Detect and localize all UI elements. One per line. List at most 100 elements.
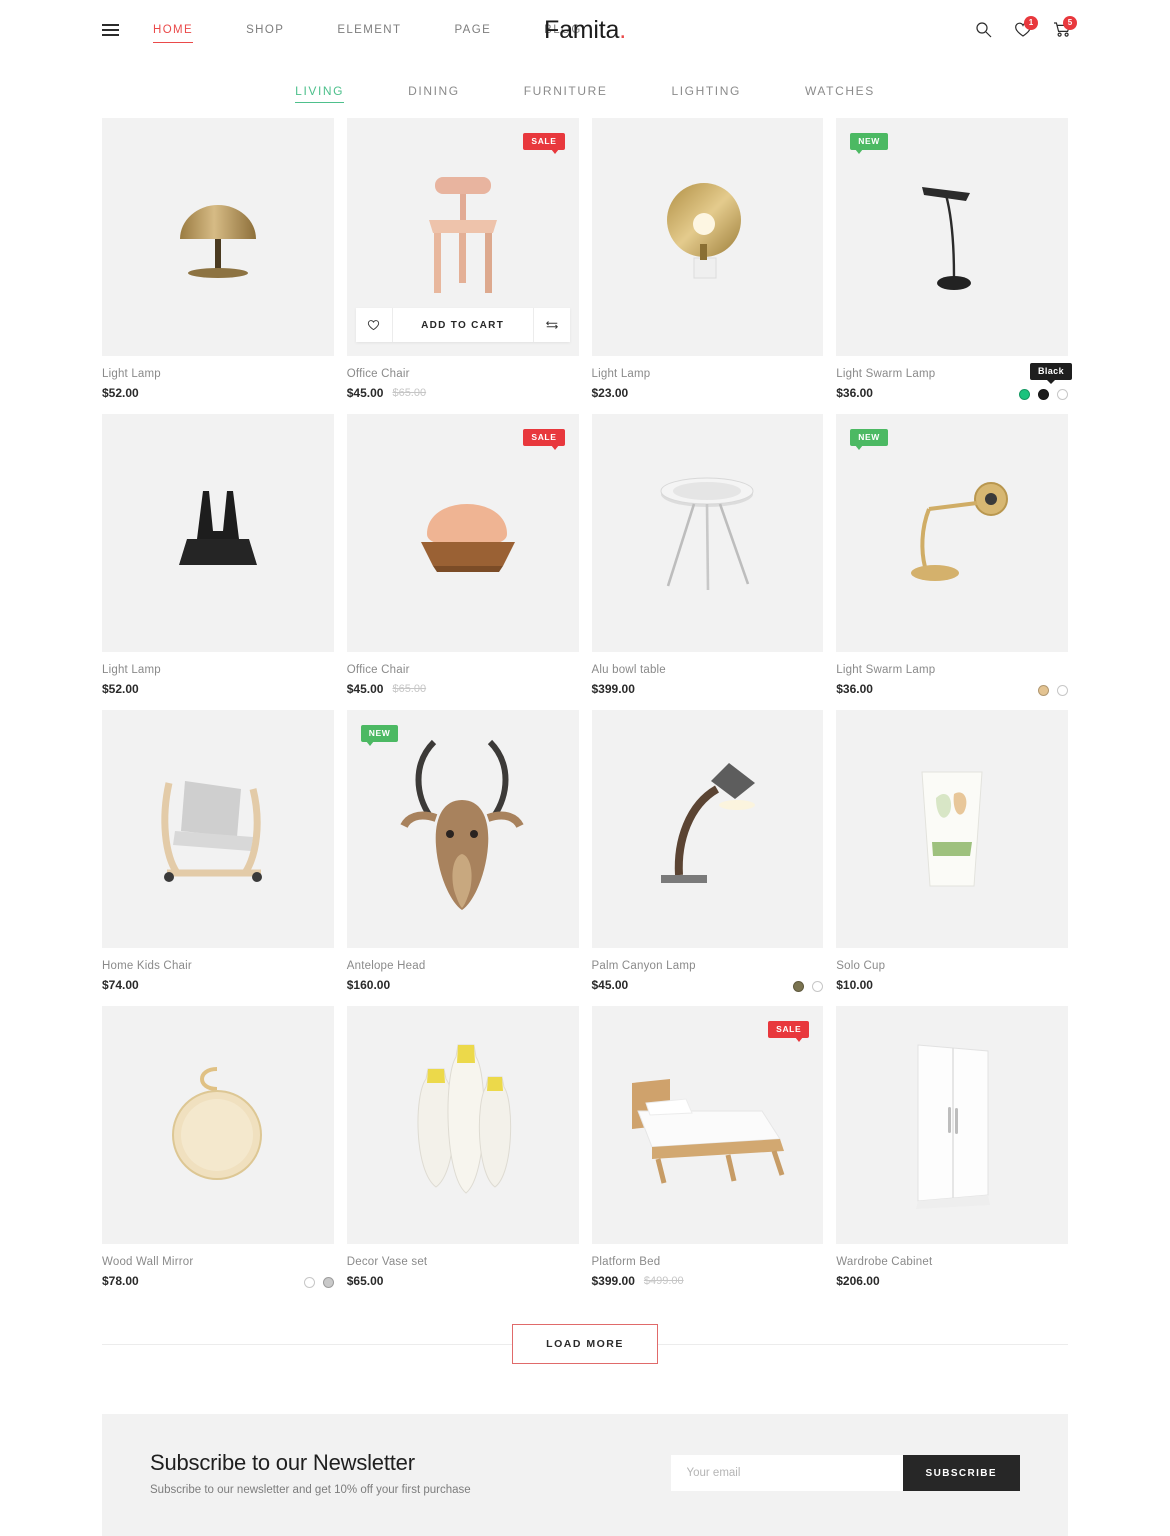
- product-card[interactable]: SALE Platform Bed $399.00 $499.00: [591, 1006, 824, 1288]
- nav-item-home[interactable]: HOME: [153, 18, 194, 43]
- product-card[interactable]: Solo Cup $10.00: [836, 710, 1068, 992]
- product-name: Alu bowl table: [591, 664, 666, 676]
- product-card[interactable]: NEW Antelope Head $160.00: [346, 710, 579, 992]
- product-image[interactable]: SALE ADD TO CART: [346, 118, 579, 356]
- color-swatch[interactable]: [812, 981, 824, 992]
- product-card[interactable]: Alu bowl table $399.00: [591, 414, 824, 696]
- product-price: $74.00: [102, 978, 139, 992]
- tab-watches[interactable]: WATCHES: [805, 80, 875, 103]
- product-image[interactable]: [102, 118, 334, 356]
- product-image[interactable]: [102, 1006, 334, 1244]
- nav-item-blog[interactable]: BLOG: [544, 18, 582, 42]
- product-meta: Wardrobe Cabinet $206.00: [836, 1244, 1068, 1288]
- product-price-row: $45.00 $65.00: [347, 386, 579, 400]
- main-navigation: HOME SHOP ELEMENT PAGE BLOG: [153, 18, 635, 43]
- compare-arrows-icon[interactable]: [534, 308, 570, 342]
- product-name: Light Lamp: [591, 368, 651, 380]
- product-card[interactable]: Wood Wall Mirror $78.00: [102, 1006, 334, 1288]
- product-card[interactable]: Decor Vase set $65.00: [346, 1006, 579, 1288]
- product-image[interactable]: [836, 710, 1068, 948]
- product-image[interactable]: SALE: [346, 414, 579, 652]
- tab-furniture[interactable]: FURNITURE: [524, 80, 608, 103]
- product-meta: Office Chair $45.00 $65.00: [347, 652, 579, 696]
- tab-lighting[interactable]: LIGHTING: [671, 80, 740, 103]
- category-tabs: LIVING DINING FURNITURE LIGHTING WATCHES: [0, 60, 1170, 118]
- product-price-row: $45.00 $65.00: [347, 682, 579, 696]
- product-card[interactable]: Wardrobe Cabinet $206.00: [836, 1006, 1068, 1288]
- newsletter-section: Subscribe to our Newsletter Subscribe to…: [0, 1364, 1170, 1536]
- product-meta: Alu bowl table $399.00: [592, 652, 824, 696]
- product-card[interactable]: NEW Light Swarm Lamp $36.00 Black: [836, 118, 1072, 400]
- product-image[interactable]: [591, 414, 824, 652]
- hamburger-icon[interactable]: [102, 24, 119, 36]
- product-price-row: $45.00: [592, 978, 824, 992]
- new-badge: NEW: [850, 133, 888, 154]
- product-meta: Light Swarm Lamp $36.00 Black: [836, 356, 1072, 400]
- product-price: $52.00: [102, 682, 139, 696]
- product-card[interactable]: SALE Office Chair $45.00 $65.00: [346, 414, 579, 696]
- product-name: Decor Vase set: [346, 1256, 428, 1268]
- product-image[interactable]: [591, 710, 824, 948]
- product-price: $10.00: [836, 978, 873, 992]
- product-image[interactable]: [836, 1006, 1068, 1244]
- tab-dining[interactable]: DINING: [408, 80, 460, 103]
- color-swatch[interactable]: [303, 1277, 315, 1288]
- product-price: $45.00: [346, 386, 384, 400]
- color-swatches: [303, 1277, 334, 1288]
- header-actions: 1 5: [975, 15, 1077, 40]
- product-card[interactable]: Home Kids Chair $74.00: [102, 710, 334, 992]
- color-swatch[interactable]: [322, 1277, 334, 1288]
- color-swatch[interactable]: [1057, 389, 1068, 400]
- product-image[interactable]: NEW: [346, 710, 579, 948]
- product-image[interactable]: [102, 710, 334, 948]
- nav-item-page[interactable]: PAGE: [454, 18, 491, 42]
- newsletter-copy: Subscribe to our Newsletter Subscribe to…: [150, 1450, 471, 1496]
- newsletter-subtitle: Subscribe to our newsletter and get 10% …: [150, 1484, 471, 1496]
- product-price: $399.00: [591, 1274, 635, 1288]
- product-card[interactable]: Light Lamp $23.00: [591, 118, 824, 400]
- product-image[interactable]: NEW: [836, 118, 1068, 356]
- load-more-button[interactable]: LOAD MORE: [512, 1324, 658, 1364]
- nav-item-shop[interactable]: SHOP: [246, 18, 284, 42]
- product-price-row: $160.00: [347, 978, 579, 992]
- product-meta: Wood Wall Mirror $78.00: [102, 1244, 334, 1288]
- product-meta: Office Chair $45.00 $65.00: [347, 356, 579, 400]
- sale-badge: SALE: [768, 1021, 810, 1042]
- new-badge: NEW: [850, 429, 888, 450]
- product-card[interactable]: Palm Canyon Lamp $45.00: [591, 710, 824, 992]
- color-swatches: [793, 981, 824, 992]
- product-image[interactable]: [102, 414, 334, 652]
- add-to-cart-button[interactable]: ADD TO CART: [391, 308, 534, 342]
- color-swatch[interactable]: [1038, 389, 1049, 400]
- divider-left: [102, 1343, 513, 1345]
- product-name: Light Swarm Lamp: [836, 664, 936, 676]
- color-swatch[interactable]: [1019, 389, 1030, 400]
- product-image[interactable]: [346, 1006, 579, 1244]
- color-swatch[interactable]: [1057, 685, 1068, 696]
- cart-icon[interactable]: 5: [1053, 15, 1077, 40]
- product-price: $206.00: [836, 1274, 880, 1288]
- search-icon[interactable]: [975, 21, 992, 40]
- load-more-section: LOAD MORE: [0, 1288, 1170, 1364]
- product-image[interactable]: SALE: [591, 1006, 824, 1244]
- color-swatch[interactable]: [1038, 685, 1049, 696]
- subscribe-button[interactable]: SUBSCRIBE: [902, 1455, 1020, 1491]
- nav-item-element[interactable]: ELEMENT: [337, 18, 401, 42]
- wishlist-icon[interactable]: 1: [1014, 15, 1038, 40]
- product-image[interactable]: [591, 118, 824, 356]
- tab-living[interactable]: LIVING: [295, 80, 345, 103]
- email-field[interactable]: [670, 1455, 903, 1491]
- product-meta: Palm Canyon Lamp $45.00: [592, 948, 824, 992]
- product-card[interactable]: SALE ADD TO CART Office Chair $45.00 $65…: [346, 118, 579, 400]
- product-image[interactable]: NEW: [836, 414, 1068, 652]
- product-card[interactable]: NEW Light Swarm Lamp $36.00: [836, 414, 1068, 696]
- product-card[interactable]: Light Lamp $52.00: [102, 118, 334, 400]
- color-swatch[interactable]: [793, 981, 805, 992]
- divider-right: [657, 1343, 1069, 1345]
- product-card[interactable]: Light Lamp $52.00: [102, 414, 334, 696]
- product-meta: Light Lamp $23.00: [592, 356, 824, 400]
- wishlist-icon[interactable]: [356, 308, 392, 342]
- product-price: $52.00: [102, 386, 139, 400]
- product-price: $160.00: [346, 978, 391, 992]
- product-price: $36.00: [836, 682, 873, 696]
